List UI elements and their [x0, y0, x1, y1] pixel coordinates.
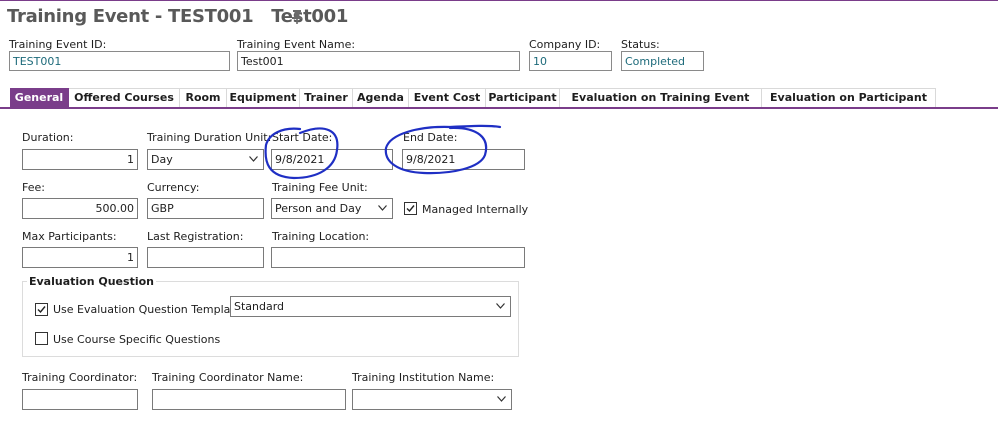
use-template-label: Use Evaluation Question Template [53, 303, 242, 316]
fee-unit-value: Person and Day [275, 202, 362, 215]
currency-label: Currency: [147, 181, 200, 194]
start-date-field[interactable]: 9/8/2021 [271, 149, 393, 170]
tab-underline [0, 107, 998, 109]
duration-unit-label: Training Duration Unit: [147, 131, 272, 144]
tab-agenda[interactable]: Agenda [353, 88, 409, 107]
event-name-field[interactable]: Test001 [237, 51, 520, 71]
currency-field[interactable]: GBP [147, 198, 264, 219]
status-label: Status: [621, 38, 660, 51]
coordinator-name-label: Training Coordinator Name: [152, 371, 304, 384]
chevron-down-icon [378, 205, 387, 211]
evaluation-question-title: Evaluation Question [27, 275, 156, 288]
tab-evaluation-on-training-event[interactable]: Evaluation on Training Event [560, 88, 762, 107]
checkmark-icon [37, 306, 46, 314]
evaluation-template-select[interactable]: Standard [230, 296, 511, 317]
company-id-field[interactable]: 10 [529, 51, 612, 71]
start-date-label: Start Date: [272, 131, 333, 144]
tab-equipment[interactable]: Equipment [227, 88, 300, 107]
fee-unit-select[interactable]: Person and Day [271, 198, 393, 219]
tab-participant[interactable]: Participant [486, 88, 560, 107]
pin-icon[interactable] [290, 9, 304, 25]
event-name-label: Training Event Name: [237, 38, 356, 51]
managed-internally-label: Managed Internally [422, 203, 529, 216]
last-registration-label: Last Registration: [147, 230, 244, 243]
tab-bar: General Offered Courses Room Equipment T… [0, 88, 998, 108]
tab-offered-courses[interactable]: Offered Courses [69, 88, 180, 107]
last-registration-field[interactable] [147, 247, 264, 268]
duration-unit-select[interactable]: Day [147, 149, 264, 170]
training-location-label: Training Location: [272, 230, 370, 243]
duration-unit-value: Day [151, 153, 173, 166]
chevron-down-icon [496, 303, 505, 309]
chevron-down-icon [249, 156, 258, 162]
coordinator-name-field[interactable] [152, 389, 346, 410]
event-id-field[interactable]: TEST001 [9, 51, 230, 71]
fee-field[interactable]: 500.00 [22, 198, 138, 219]
tab-trainer[interactable]: Trainer [300, 88, 353, 107]
chevron-down-icon [497, 396, 506, 402]
status-field: Completed [621, 51, 704, 71]
top-accent-line [0, 0, 998, 1]
institution-name-select[interactable] [352, 389, 512, 410]
event-id-label: Training Event ID: [9, 38, 107, 51]
coordinator-field[interactable] [22, 389, 138, 410]
duration-label: Duration: [22, 131, 74, 144]
use-course-specific-checkbox[interactable] [35, 332, 48, 345]
use-course-specific-label: Use Course Specific Questions [53, 333, 221, 346]
tab-evaluation-on-participant[interactable]: Evaluation on Participant [762, 88, 936, 107]
institution-name-label: Training Institution Name: [352, 371, 495, 384]
tab-general[interactable]: General [10, 88, 69, 108]
max-participants-field[interactable]: 1 [22, 247, 138, 268]
max-participants-label: Max Participants: [22, 230, 117, 243]
checkmark-icon [406, 205, 415, 213]
use-template-checkbox[interactable] [35, 303, 48, 316]
training-location-field[interactable] [271, 247, 525, 268]
evaluation-template-value: Standard [234, 300, 285, 313]
fee-label: Fee: [22, 181, 45, 194]
end-date-field[interactable]: 9/8/2021 [402, 149, 525, 170]
end-date-label: End Date: [403, 131, 458, 144]
duration-field[interactable]: 1 [22, 149, 138, 170]
tab-event-cost[interactable]: Event Cost [409, 88, 486, 107]
coordinator-label: Training Coordinator: [22, 371, 138, 384]
company-id-label: Company ID: [529, 38, 601, 51]
tab-room[interactable]: Room [180, 88, 227, 107]
managed-internally-checkbox[interactable] [404, 202, 417, 215]
fee-unit-label: Training Fee Unit: [272, 181, 368, 194]
